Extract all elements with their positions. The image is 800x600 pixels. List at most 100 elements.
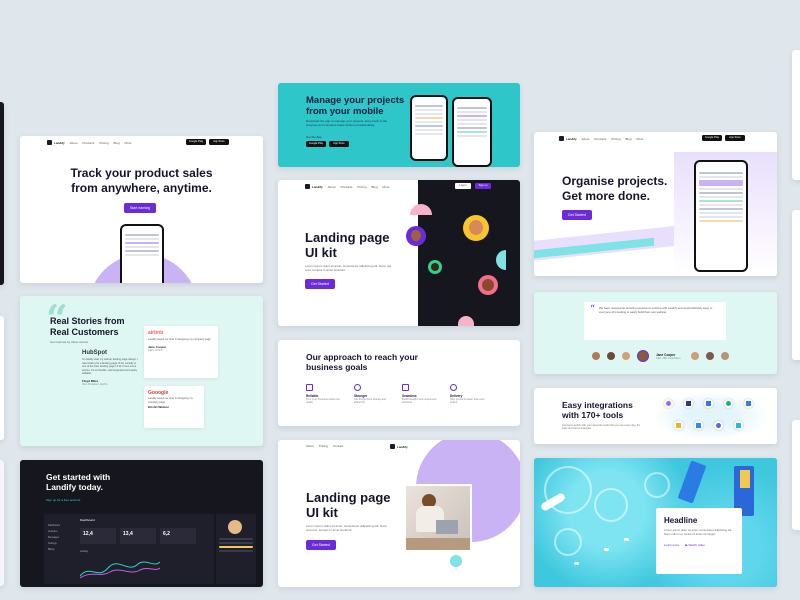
get-started-button[interactable]: Get Started xyxy=(562,210,592,220)
google-play-button[interactable]: Google Play xyxy=(186,139,206,145)
avatar[interactable] xyxy=(228,520,242,534)
nav-products[interactable]: Products xyxy=(341,185,353,189)
integrations-title: Easy integrations with 170+ tools xyxy=(562,400,633,420)
signup-link[interactable]: Sign up for a free account xyxy=(46,498,80,502)
cyan-blob xyxy=(496,250,506,270)
nav-blog[interactable]: Blog xyxy=(114,141,120,145)
card-approach[interactable]: Our approach to reach your business goals… xyxy=(278,340,520,426)
pink-blob-2 xyxy=(458,316,474,326)
card-testimonial[interactable]: “ We have received an amazing experience… xyxy=(534,292,777,374)
story-card-hubspot: HubSpot To quickly start my startup land… xyxy=(82,350,139,386)
integration-icon-5[interactable] xyxy=(744,399,753,408)
profile-panel xyxy=(216,514,256,584)
card-track-sales[interactable]: Landify About Products Pricing Blog More… xyxy=(20,136,263,283)
google-play-button[interactable]: Google Play xyxy=(702,135,722,141)
card-headline[interactable]: Headline Lorem ipsum dolor sit amet, con… xyxy=(534,458,777,587)
nav-about[interactable]: About xyxy=(328,185,336,189)
avatar[interactable] xyxy=(607,352,615,360)
nav-products[interactable]: Products xyxy=(595,137,607,141)
quote-mark-icon: “ xyxy=(590,304,596,315)
avatar[interactable] xyxy=(691,352,699,360)
nav-about[interactable]: About xyxy=(70,141,78,145)
logo-icon xyxy=(559,136,564,141)
dashboard-title: Dashboard xyxy=(80,518,95,522)
app-store-button[interactable]: App Store xyxy=(209,139,229,145)
landing-dark-title: Landing page UI kit xyxy=(305,230,390,260)
integration-icon-2[interactable] xyxy=(684,399,693,408)
google-play-button[interactable]: Google Play xyxy=(306,141,326,147)
avatar[interactable] xyxy=(706,352,714,360)
app-store-button[interactable]: App Store xyxy=(725,135,745,141)
card-stories[interactable]: “ Real Stories from Real Customers Get in… xyxy=(20,296,263,446)
avatar-pink xyxy=(478,275,498,295)
integration-icon-4[interactable] xyxy=(724,399,733,408)
logo[interactable]: Landify xyxy=(390,444,408,449)
track-title: Track your product sales from anywhere, a… xyxy=(70,166,213,195)
hubspot-logo: HubSpot xyxy=(82,350,107,356)
get-started-button[interactable]: Get Started xyxy=(306,540,336,550)
get-started-button[interactable]: Get Started xyxy=(305,279,335,289)
nav-contact[interactable]: Contact xyxy=(333,444,343,448)
integration-icon-6[interactable] xyxy=(674,421,683,430)
headline-body: Lorem ipsum dolor sit amet, consectetur … xyxy=(664,528,733,536)
edge-card-left-light-2 xyxy=(0,460,4,586)
testimonial-author: Jane Cooper CEO, ABC Corporation xyxy=(656,352,681,360)
stories-title: Real Stories from Real Customers xyxy=(50,316,125,337)
integration-icon-9[interactable] xyxy=(734,421,743,430)
phone-mockup xyxy=(120,224,164,283)
card-get-started[interactable]: Get started with Landify today. Sign up f… xyxy=(20,460,263,587)
card-organise[interactable]: Landify About Products Pricing Blog More… xyxy=(534,132,777,276)
headline-title: Headline xyxy=(664,516,698,525)
card-integrations[interactable]: Easy integrations with 170+ tools Connect… xyxy=(534,388,777,444)
phone-mockup-back xyxy=(410,95,448,161)
integration-icon-1[interactable] xyxy=(664,399,673,408)
logo[interactable]: Landify xyxy=(47,140,65,145)
login-button[interactable]: Log in xyxy=(455,183,471,189)
signup-button[interactable]: Sign up xyxy=(475,183,491,189)
watch-video-link[interactable]: ▶ Watch video xyxy=(685,543,705,547)
card-mobile-app[interactable]: Manage your projects from your mobile Dow… xyxy=(278,83,520,167)
avatar[interactable] xyxy=(622,352,630,360)
phone-mockup-front xyxy=(452,97,492,167)
nav-pricing[interactable]: Pricing xyxy=(99,141,108,145)
logo[interactable]: Landify xyxy=(559,136,577,141)
nav-more[interactable]: More xyxy=(125,141,132,145)
nav-pricing[interactable]: Pricing xyxy=(611,137,620,141)
nav-pricing[interactable]: Pricing xyxy=(357,185,366,189)
nav-more[interactable]: More xyxy=(637,137,644,141)
avatar-active[interactable] xyxy=(637,350,649,362)
avatar[interactable] xyxy=(592,352,600,360)
app-store-button[interactable]: App Store xyxy=(329,141,349,147)
nav-products[interactable]: Products xyxy=(83,141,95,145)
activity-label: Activity xyxy=(80,550,89,553)
card-landing-dark[interactable]: Landify About Products Pricing Blog More… xyxy=(278,180,520,326)
start-earning-button[interactable]: Start earning xyxy=(124,203,156,213)
nav-about[interactable]: About xyxy=(582,137,590,141)
landing-dark-body: Lorem ipsum dolor sit amet, consectetur … xyxy=(305,264,392,272)
integration-icon-7[interactable] xyxy=(694,421,703,430)
logo-icon xyxy=(305,184,310,189)
nav-blog[interactable]: Blog xyxy=(626,137,632,141)
logo[interactable]: Landify xyxy=(305,184,323,189)
organise-title: Organise projects. Get more done. xyxy=(562,174,668,203)
avatar[interactable] xyxy=(721,352,729,360)
nav-more[interactable]: More xyxy=(383,185,390,189)
nav-pricing[interactable]: Pricing xyxy=(319,444,328,448)
integration-icon-3[interactable] xyxy=(704,399,713,408)
mobile-title: Manage your projects from your mobile xyxy=(306,95,405,117)
integration-icon-8[interactable] xyxy=(714,421,723,430)
nav-about[interactable]: About xyxy=(306,444,314,448)
card-landing-light[interactable]: About Pricing Contact Landify Landing pa… xyxy=(278,440,520,587)
landing-light-body: Lorem ipsum dolor sit amet, consectetur … xyxy=(306,524,387,532)
stat-card: 13,4 xyxy=(120,528,156,544)
learn-more-link[interactable]: Learn more xyxy=(664,543,679,547)
mobile-cta-label: Get the App xyxy=(306,135,322,139)
feature-icon xyxy=(450,384,457,391)
pink-blob xyxy=(410,204,432,215)
nav-blog[interactable]: Blog xyxy=(372,185,378,189)
logo-icon xyxy=(390,444,395,449)
avatar-yellow xyxy=(463,215,489,241)
feature-delivery: Delivery Ship products faster than ever … xyxy=(450,384,490,405)
feature-icon xyxy=(402,384,409,391)
landing-light-title: Landing page UI kit xyxy=(306,490,391,520)
